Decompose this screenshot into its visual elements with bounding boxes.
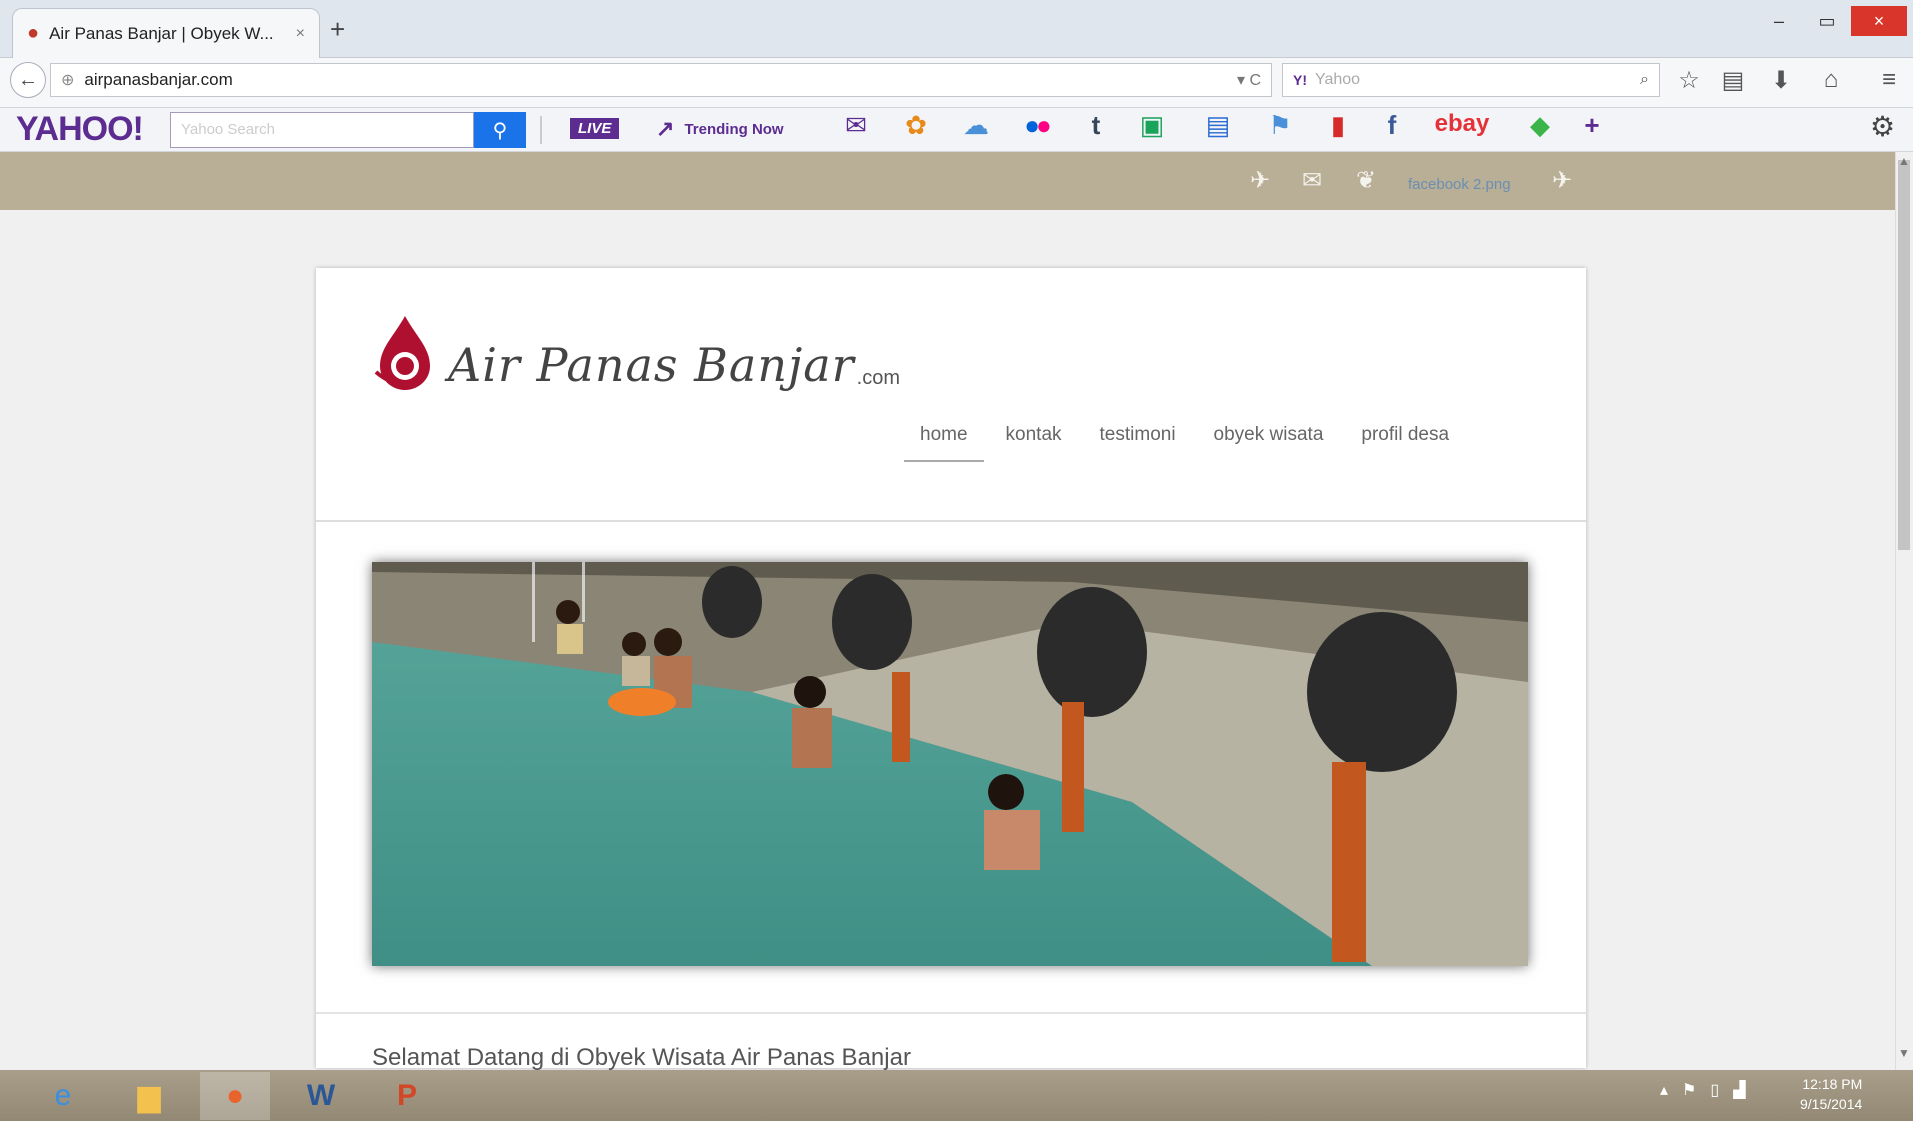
- sports-icon[interactable]: ⚑: [1260, 110, 1300, 141]
- yahoo-search-button[interactable]: ⚲: [474, 112, 526, 148]
- weather-icon[interactable]: ☁: [956, 110, 996, 141]
- facebook-icon[interactable]: f: [1372, 110, 1412, 141]
- toolbar-divider: [540, 116, 542, 144]
- water-drop-logo-icon: [374, 316, 430, 390]
- hero-image: [372, 562, 1528, 966]
- search-engine-icon[interactable]: Y!: [1293, 72, 1307, 88]
- yahoo-search-input[interactable]: Yahoo Search: [170, 112, 474, 148]
- new-tab-button[interactable]: +: [330, 14, 345, 45]
- menu-item-obyek-wisata[interactable]: obyek wisata: [1214, 424, 1324, 462]
- tab-title: Air Panas Banjar | Obyek W...: [49, 23, 274, 43]
- tab-active[interactable]: ● Air Panas Banjar | Obyek W... ×: [12, 8, 320, 58]
- firefox-icon[interactable]: ●: [200, 1072, 270, 1120]
- welcome-heading: Selamat Datang di Obyek Wisata Air Panas…: [372, 1044, 911, 1071]
- menu-item-kontak[interactable]: kontak: [1006, 424, 1062, 462]
- signal-icon[interactable]: ▟: [1733, 1080, 1745, 1100]
- powerpoint-icon[interactable]: P: [372, 1072, 442, 1120]
- restore-button[interactable]: ▭: [1803, 6, 1851, 36]
- close-window-button[interactable]: ×: [1851, 6, 1907, 36]
- ebay-icon[interactable]: ebay: [1430, 110, 1494, 138]
- header-divider: [316, 520, 1586, 522]
- flickr-icon[interactable]: ●●: [1016, 110, 1056, 141]
- mail-icon[interactable]: ✉: [836, 110, 876, 141]
- menu-icon[interactable]: ≡: [1872, 66, 1906, 94]
- back-arrow-icon: ←: [18, 68, 38, 91]
- reload-icon[interactable]: ▾ C: [1237, 70, 1261, 90]
- bird-icon[interactable]: ✈: [1552, 166, 1572, 195]
- envelope-icon[interactable]: ✉: [1302, 166, 1322, 195]
- add-icon[interactable]: +: [1572, 110, 1612, 141]
- scroll-down-icon[interactable]: ▼: [1898, 1046, 1910, 1060]
- clock-date: 9/15/2014: [1800, 1096, 1863, 1112]
- search-icon[interactable]: ⌕: [1640, 71, 1649, 89]
- twitter-icon[interactable]: ❦: [1356, 166, 1376, 195]
- home-icon[interactable]: ⌂: [1814, 66, 1848, 94]
- gear-icon[interactable]: ⚙: [1870, 110, 1895, 143]
- facebook-image-link[interactable]: facebook 2.png: [1408, 176, 1511, 193]
- url-text: airpanasbanjar.com: [84, 70, 233, 89]
- menu-item-home[interactable]: home: [904, 424, 984, 462]
- search-placeholder: Yahoo: [1315, 71, 1361, 88]
- trending-now-button[interactable]: ↗ Trending Now: [656, 116, 784, 142]
- logo-text: Air Panas Banjar: [448, 338, 855, 392]
- firefox-tab-icon: ●: [27, 22, 40, 44]
- answers-icon[interactable]: ▣: [1132, 110, 1172, 141]
- system-tray: ▴ ⚑ ▯ ▟: [1660, 1080, 1746, 1100]
- star-icon[interactable]: ☆: [1672, 66, 1706, 95]
- menu-item-profil-desa[interactable]: profil desa: [1361, 424, 1449, 462]
- hot-spring-photo: [372, 562, 1528, 966]
- search-icon: ⚲: [492, 119, 508, 142]
- tray-expand-icon[interactable]: ▴: [1660, 1080, 1668, 1100]
- tab-close-icon[interactable]: ×: [296, 25, 305, 43]
- site-logo[interactable]: Air Panas Banjar .com: [372, 312, 900, 392]
- ie-icon[interactable]: e: [28, 1072, 98, 1120]
- tumblr-icon[interactable]: t: [1076, 110, 1116, 141]
- yahoo-logo[interactable]: YAHOO!: [16, 110, 144, 149]
- scroll-up-icon[interactable]: ▲: [1898, 154, 1910, 168]
- clipboard-icon[interactable]: ▤: [1716, 66, 1750, 95]
- flag-icon[interactable]: ⚑: [1682, 1080, 1696, 1100]
- tag-icon[interactable]: ◆: [1520, 110, 1560, 141]
- bird-icon[interactable]: ✈: [1250, 166, 1270, 195]
- taskbar-clock[interactable]: 12:18 PM 9/15/2014: [1800, 1074, 1862, 1114]
- bookmark-icon[interactable]: ▮: [1318, 110, 1358, 141]
- trending-icon: ↗: [656, 116, 675, 141]
- live-button[interactable]: LIVE: [570, 118, 620, 139]
- back-button[interactable]: ←: [10, 62, 46, 98]
- trending-label: Trending Now: [684, 120, 784, 138]
- url-bar[interactable]: ⊕ airpanasbanjar.com ▾ C: [50, 63, 1272, 97]
- browser-search-box[interactable]: Y! Yahoo ⌕: [1282, 63, 1660, 97]
- minimize-button[interactable]: –: [1755, 6, 1803, 36]
- site-top-strip: [0, 152, 1895, 210]
- explorer-icon[interactable]: ▆: [114, 1072, 184, 1120]
- battery-icon[interactable]: ▯: [1710, 1080, 1719, 1100]
- news-icon[interactable]: ▤: [1198, 110, 1238, 141]
- scrollbar-thumb[interactable]: [1898, 160, 1910, 550]
- section-divider: [316, 1012, 1586, 1014]
- logo-domain: .com: [856, 367, 901, 389]
- flower-icon[interactable]: ✿: [896, 110, 936, 141]
- download-icon[interactable]: ⬇: [1764, 66, 1798, 95]
- site-menu: home kontak testimoni obyek wisata profi…: [904, 424, 1449, 462]
- globe-icon: ⊕: [61, 72, 75, 89]
- clock-time: 12:18 PM: [1802, 1076, 1863, 1092]
- word-icon[interactable]: W: [286, 1072, 356, 1120]
- menu-item-testimoni[interactable]: testimoni: [1100, 424, 1176, 462]
